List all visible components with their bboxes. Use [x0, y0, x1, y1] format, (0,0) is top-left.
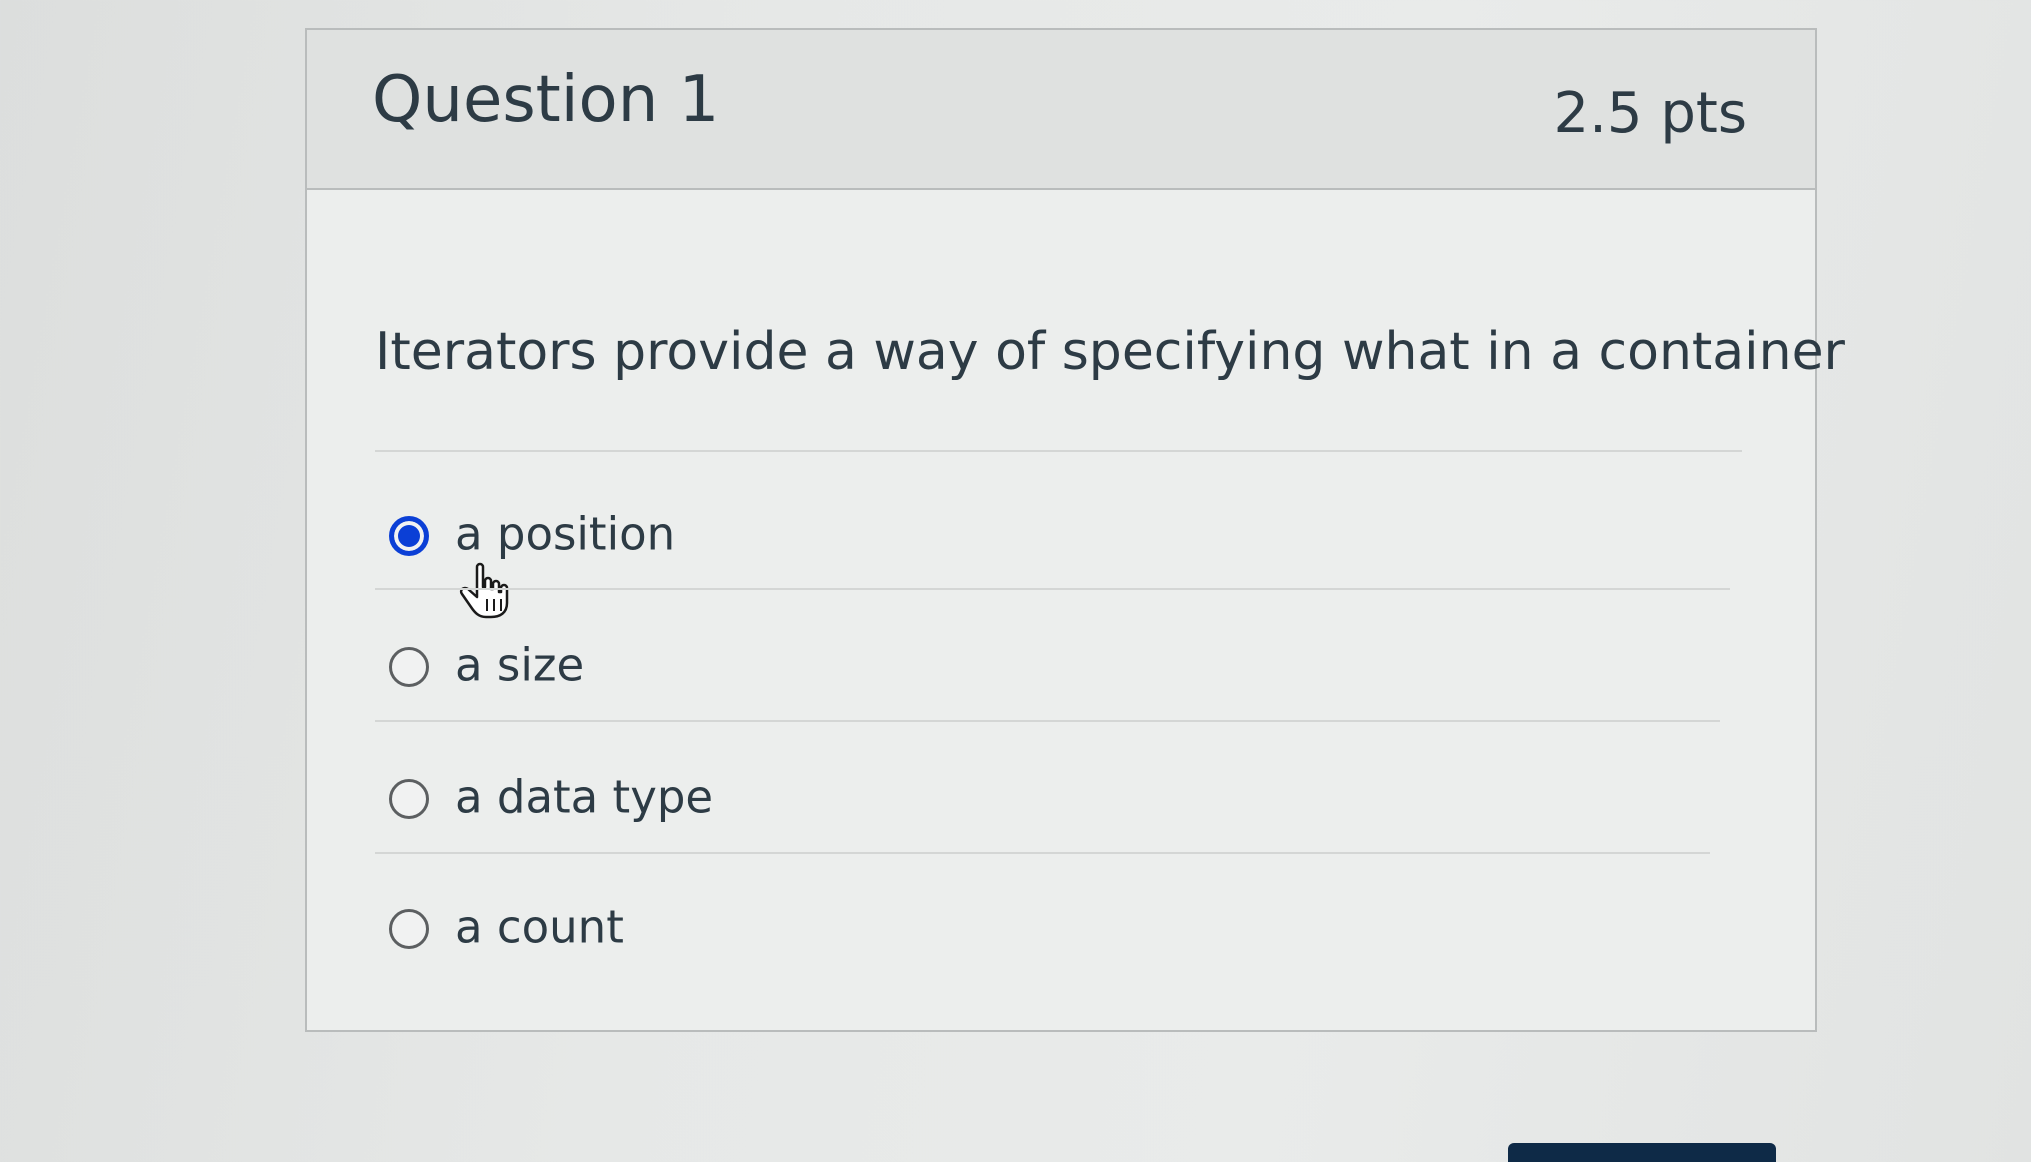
next-button[interactable] [1508, 1143, 1776, 1162]
answer-label[interactable]: a count [455, 905, 624, 950]
answer-option-data-type[interactable]: a data type [389, 762, 1729, 836]
answer-divider [375, 450, 1742, 452]
answer-label[interactable]: a position [455, 512, 675, 557]
radio-button[interactable] [389, 909, 429, 949]
answer-option-position[interactable]: a position [389, 499, 1729, 619]
answer-divider [375, 852, 1710, 854]
radio-button[interactable] [389, 779, 429, 819]
question-text: Iterators provide a way of specifying wh… [375, 322, 1845, 382]
answer-divider [375, 720, 1720, 722]
answer-option-count[interactable]: a count [389, 892, 1729, 966]
question-header: Question 1 2.5 pts [307, 30, 1815, 190]
radio-button[interactable] [389, 647, 429, 687]
radio-button-selected[interactable] [389, 516, 429, 556]
question-title: Question 1 [372, 63, 720, 137]
answer-label[interactable]: a data type [455, 775, 713, 820]
answer-option-size[interactable]: a size [389, 630, 1729, 704]
question-points: 2.5 pts [1553, 81, 1747, 146]
question-card: Question 1 2.5 pts Iterators provide a w… [305, 28, 1845, 1032]
answer-divider [375, 588, 1730, 590]
hand-pointer-icon [459, 562, 509, 619]
answer-label[interactable]: a size [455, 643, 584, 688]
